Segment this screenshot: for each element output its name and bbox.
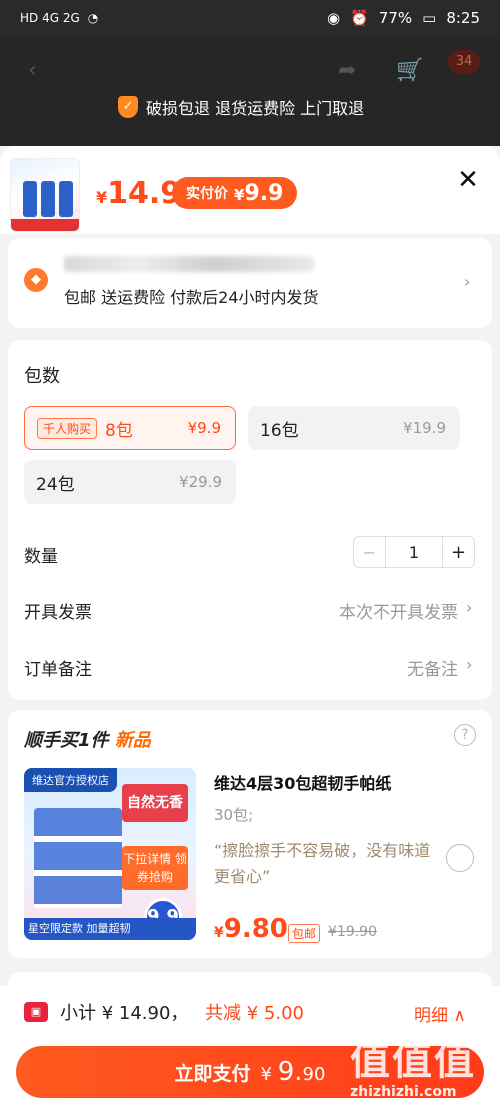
option-24-packs[interactable]: 24包 ¥29.9 [24,460,236,504]
guarantee-bar: ✓ 破损包退 退货运费险 上门取退 [118,95,364,119]
help-icon[interactable]: ? [454,724,476,746]
chevron-right-icon: › [464,272,471,291]
upsell-card: 顺手买1件 新品 ? 维达官方授权店 自然无香 下拉详情 领券抢购 9.9 星空… [8,710,492,958]
note-value: 无备注 [407,660,458,680]
chevron-right-icon: › [466,598,473,617]
quantity-label: 数量 [24,547,58,567]
actual-price-pill: 实付价 ¥9.9 [172,177,298,209]
invoice-value: 本次不开具发票 [339,603,458,623]
increase-button[interactable]: + [442,537,474,567]
detail-toggle[interactable]: 明细 ∧ [414,1001,466,1026]
upsell-product-spec: 30包; [214,806,254,824]
upsell-title: 顺手买1件 新品 [24,730,151,751]
sheet-header: ¥14.9 实付价 ¥9.9 ✕ [0,146,500,234]
quantity-value[interactable]: 1 [386,537,442,567]
shield-icon: ✓ [118,96,138,118]
eye-icon: ◉ [327,9,341,27]
blurred-address [64,256,314,272]
product-thumbnail[interactable] [10,158,80,232]
upsell-product-quote: “擦脸擦手不容易破，没有味道更省心” [214,841,431,886]
invoice-label: 开具发票 [24,603,92,623]
cart-icon[interactable]: 🛒 [396,58,423,83]
original-price: ¥19.90 [328,924,377,940]
note-label: 订单备注 [24,660,92,680]
address-card[interactable]: ◆ 包邮 送运费险 付款后24小时内发货 › [8,238,492,328]
background-overlay[interactable] [0,36,500,146]
wifi-icon: ◔ [87,11,99,25]
free-shipping-tag: 包邮 [288,924,321,943]
spec-title: 包数 [24,366,60,387]
upsell-product-image[interactable]: 维达官方授权店 自然无香 下拉详情 领券抢购 9.9 星空限定款 加量超韧 [24,768,196,940]
select-radio[interactable] [446,844,474,872]
close-icon[interactable]: ✕ [454,166,482,194]
upsell-price: ¥9.80 [214,914,288,944]
subtotal: 小计 ¥ 14.90， [60,1003,189,1024]
status-signal: HD 4G 2G [20,11,80,25]
quantity-stepper: − 1 + [353,536,475,568]
watermark-url: zhizhizhi.com [350,1084,457,1100]
location-icon: ◆ [24,268,48,292]
share-icon[interactable]: ➦ [338,58,356,83]
battery-icon: ▭ [422,9,437,27]
coupon-icon: ▣ [24,1002,48,1022]
discount-total: 共减 ¥ 5.00 [205,1003,304,1024]
spec-card: 包数 千人购买 8包 ¥9.9 16包 ¥19.9 24包 ¥29.9 数量 −… [8,340,492,700]
cart-count-badge: 34 [448,50,480,74]
option-8-packs[interactable]: 千人购买 8包 ¥9.9 [24,406,236,450]
battery-level: 77% [378,9,413,27]
popular-badge: 千人购买 [37,417,98,439]
upsell-product-name[interactable]: 维达4层30包超韧手帕纸 [214,770,391,794]
clock: 8:25 [446,9,480,27]
purchase-sheet: ¥14.9 实付价 ¥9.9 ✕ ◆ 包邮 送运费险 付款后24小时内发货 › … [0,146,500,1111]
product-price: ¥14.9 [96,176,182,211]
guarantee-text: 破损包退 退货运费险 上门取退 [146,99,365,118]
option-16-packs[interactable]: 16包 ¥19.9 [248,406,460,450]
watermark-logo: 值值值 [350,1038,476,1084]
decrease-button[interactable]: − [354,537,386,567]
status-bar: HD 4G 2G ◔ ◉ ⏰ 77% ▭ 8:25 [0,0,500,36]
delivery-services: 包邮 送运费险 付款后24小时内发货 [64,288,319,307]
chevron-right-icon: › [466,655,473,674]
alarm-icon: ⏰ [350,9,369,27]
back-icon[interactable]: ‹ [28,58,37,83]
